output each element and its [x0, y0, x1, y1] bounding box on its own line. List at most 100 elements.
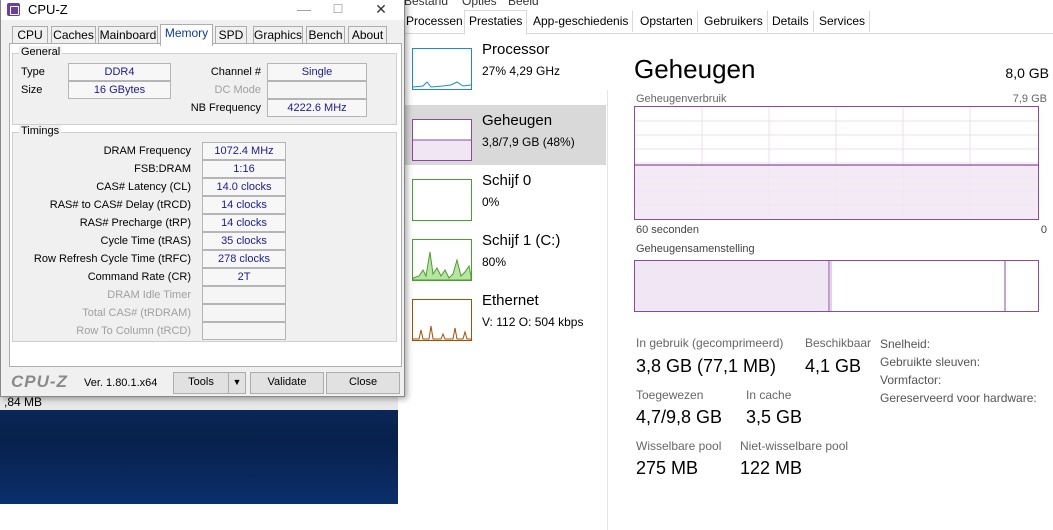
nonpaged-pool-label: Niet-wisselbare pool	[740, 439, 849, 453]
nb-frequency-label: NB Frequency	[190, 102, 261, 114]
task-manager-window: Bestand Opties Beeld Processen Prestatie…	[398, 0, 1053, 530]
sidebar-item-schijf-1[interactable]: Schijf 1 (C:) 80%	[398, 225, 606, 285]
hardware-reserved-label: Gereserveerd voor hardware:	[880, 391, 1037, 405]
desktop-wallpaper: ,84 MB	[0, 395, 398, 504]
timing-value: 1:16	[202, 160, 286, 178]
timing-label: RAS# Precharge (tRP)	[79, 217, 191, 229]
committed-value: 4,7/9,8 GB	[636, 407, 723, 427]
cached-label: In cache	[746, 388, 792, 402]
timing-label: RAS# to CAS# Delay (tRCD)	[49, 199, 191, 211]
timing-value: 2T	[202, 268, 286, 286]
tools-dropdown-icon[interactable]: ▼	[228, 372, 246, 394]
memory-total: 8,0 GB	[1005, 65, 1049, 81]
available-value: 4,1 GB	[805, 356, 862, 376]
paged-pool-value: 275 MB	[636, 458, 699, 478]
menu-beeld[interactable]: Beeld	[508, 0, 539, 8]
tab-prestaties[interactable]: Prestaties	[464, 10, 528, 35]
ethernet-send-value: 112	[496, 315, 516, 329]
processor-thumbnail	[412, 48, 472, 90]
memory-usage-area	[635, 165, 1038, 219]
performance-sidebar: Processor 27% 4,29 GHz Geheugen 3,8/7,9 …	[398, 34, 608, 530]
cpuz-app-icon	[7, 3, 20, 16]
cached-value: 3,5 GB	[746, 407, 803, 427]
memory-thumbnail	[412, 119, 472, 161]
timings-group: Timings DRAM Frequency 1072.4 MHz FSB:DRAM…	[12, 125, 397, 342]
usage-graph-label: Geheugenverbruik	[636, 93, 727, 105]
timing-label: Row To Column (tRCD)	[76, 325, 191, 337]
dc-mode-label: DC Mode	[214, 84, 261, 96]
timing-label: DRAM Idle Timer	[107, 289, 191, 301]
size-label: Size	[21, 84, 43, 96]
timing-label: Total CAS# (tRDRAM)	[82, 307, 191, 319]
general-group: General Type DDR4 Size 16 GBytes Channel…	[12, 46, 397, 125]
tab-processen[interactable]: Processen	[402, 11, 468, 32]
tab-details[interactable]: Details	[768, 11, 814, 32]
cpuz-titlebar[interactable]: CPU-Z — ☐ ✕	[1, 0, 404, 20]
window-title: CPU-Z	[28, 2, 68, 17]
form-factor-label: Vormfactor:	[880, 373, 942, 387]
disk1-thumbnail	[412, 239, 472, 281]
cpuz-bottom-bar: CPU-Z Ver. 1.80.1.x64 Tools ▼ Validate C…	[1, 368, 404, 396]
nb-frequency-value: 4222.6 MHz	[267, 99, 367, 117]
paged-pool-label: Wisselbare pool	[636, 439, 722, 453]
tab-app-geschiedenis[interactable]: App-geschiedenis	[529, 11, 634, 32]
sidebar-item-schijf-0[interactable]: Schijf 0 0%	[398, 165, 606, 225]
timing-value: 35 clocks	[202, 232, 286, 250]
sidebar-subtitle: 0%	[482, 195, 500, 209]
cpuz-logo: CPU-Z	[11, 372, 68, 391]
size-value: 16 GBytes	[68, 81, 171, 99]
type-label: Type	[21, 66, 45, 78]
timing-value	[202, 322, 286, 340]
speed-label: Snelheid:	[880, 337, 931, 351]
validate-button[interactable]: Validate	[250, 372, 324, 394]
tools-button[interactable]: Tools	[173, 372, 229, 394]
background-window-text: ,84 MB	[4, 395, 43, 409]
nonpaged-pool-value: 122 MB	[740, 458, 803, 478]
page-title: Geheugen	[634, 54, 756, 84]
ethernet-receive-label: O:	[518, 315, 532, 329]
channel-value: Single	[267, 63, 367, 81]
sidebar-item-processor[interactable]: Processor 27% 4,29 GHz	[398, 34, 606, 94]
general-group-title: General	[19, 46, 63, 58]
timing-value	[202, 304, 286, 322]
close-icon[interactable]: ✕	[361, 0, 401, 20]
cpuz-window: CPU-Z — ☐ ✕ CPU Caches Mainboard Memory …	[0, 0, 405, 397]
timing-label: CAS# Latency (CL)	[96, 181, 191, 193]
sidebar-title: Schijf 0	[482, 172, 532, 189]
type-value: DDR4	[68, 63, 171, 81]
timing-value: 14.0 clocks	[202, 178, 286, 196]
ethernet-send-label: V:	[482, 315, 493, 329]
close-button[interactable]: Close	[326, 372, 400, 394]
timing-label: Command Rate (CR)	[87, 271, 191, 283]
sidebar-title: Processor	[482, 41, 550, 58]
timing-label: FSB:DRAM	[134, 163, 191, 175]
tab-memory[interactable]: Memory	[160, 24, 213, 46]
tab-opstarten[interactable]: Opstarten	[636, 11, 698, 32]
tab-services[interactable]: Services	[815, 11, 871, 32]
maximize-icon[interactable]: ☐	[318, 0, 358, 20]
channel-label: Channel #	[210, 66, 261, 78]
available-label: Beschikbaar	[805, 336, 872, 350]
version-label: Ver. 1.80.1.x64	[84, 377, 158, 389]
sidebar-subtitle: 3,8/7,9 GB (48%)	[482, 135, 575, 149]
sidebar-item-geheugen[interactable]: Geheugen 3,8/7,9 GB (48%)	[398, 105, 606, 165]
menu-opties[interactable]: Opties	[462, 0, 497, 8]
in-use-value: 3,8 GB (77,1 MB)	[636, 356, 777, 376]
sidebar-item-ethernet[interactable]: Ethernet V: 112 O: 504 kbps	[398, 285, 606, 345]
task-manager-tabs: Processen Prestaties App-geschiedenis Op…	[398, 10, 1053, 35]
memory-composition-bar	[634, 260, 1039, 312]
timing-value: 278 clocks	[202, 250, 286, 268]
sidebar-title: Geheugen	[482, 112, 553, 129]
composition-label: Geheugensamenstelling	[636, 243, 755, 255]
memory-tab-panel: General Type DDR4 Size 16 GBytes Channel…	[9, 43, 402, 367]
timings-group-title: Timings	[19, 125, 62, 137]
menu-bestand[interactable]: Bestand	[404, 0, 448, 8]
ethernet-thumbnail	[412, 299, 472, 341]
graph-axis-right: 0	[1040, 224, 1047, 236]
tab-gebruikers[interactable]: Gebruikers	[700, 11, 768, 32]
ethernet-receive-value: 504 kbps	[534, 315, 584, 329]
timing-value	[202, 286, 286, 304]
disk0-thumbnail	[412, 179, 472, 221]
timing-value: 1072.4 MHz	[202, 142, 286, 160]
sidebar-divider	[607, 90, 608, 530]
